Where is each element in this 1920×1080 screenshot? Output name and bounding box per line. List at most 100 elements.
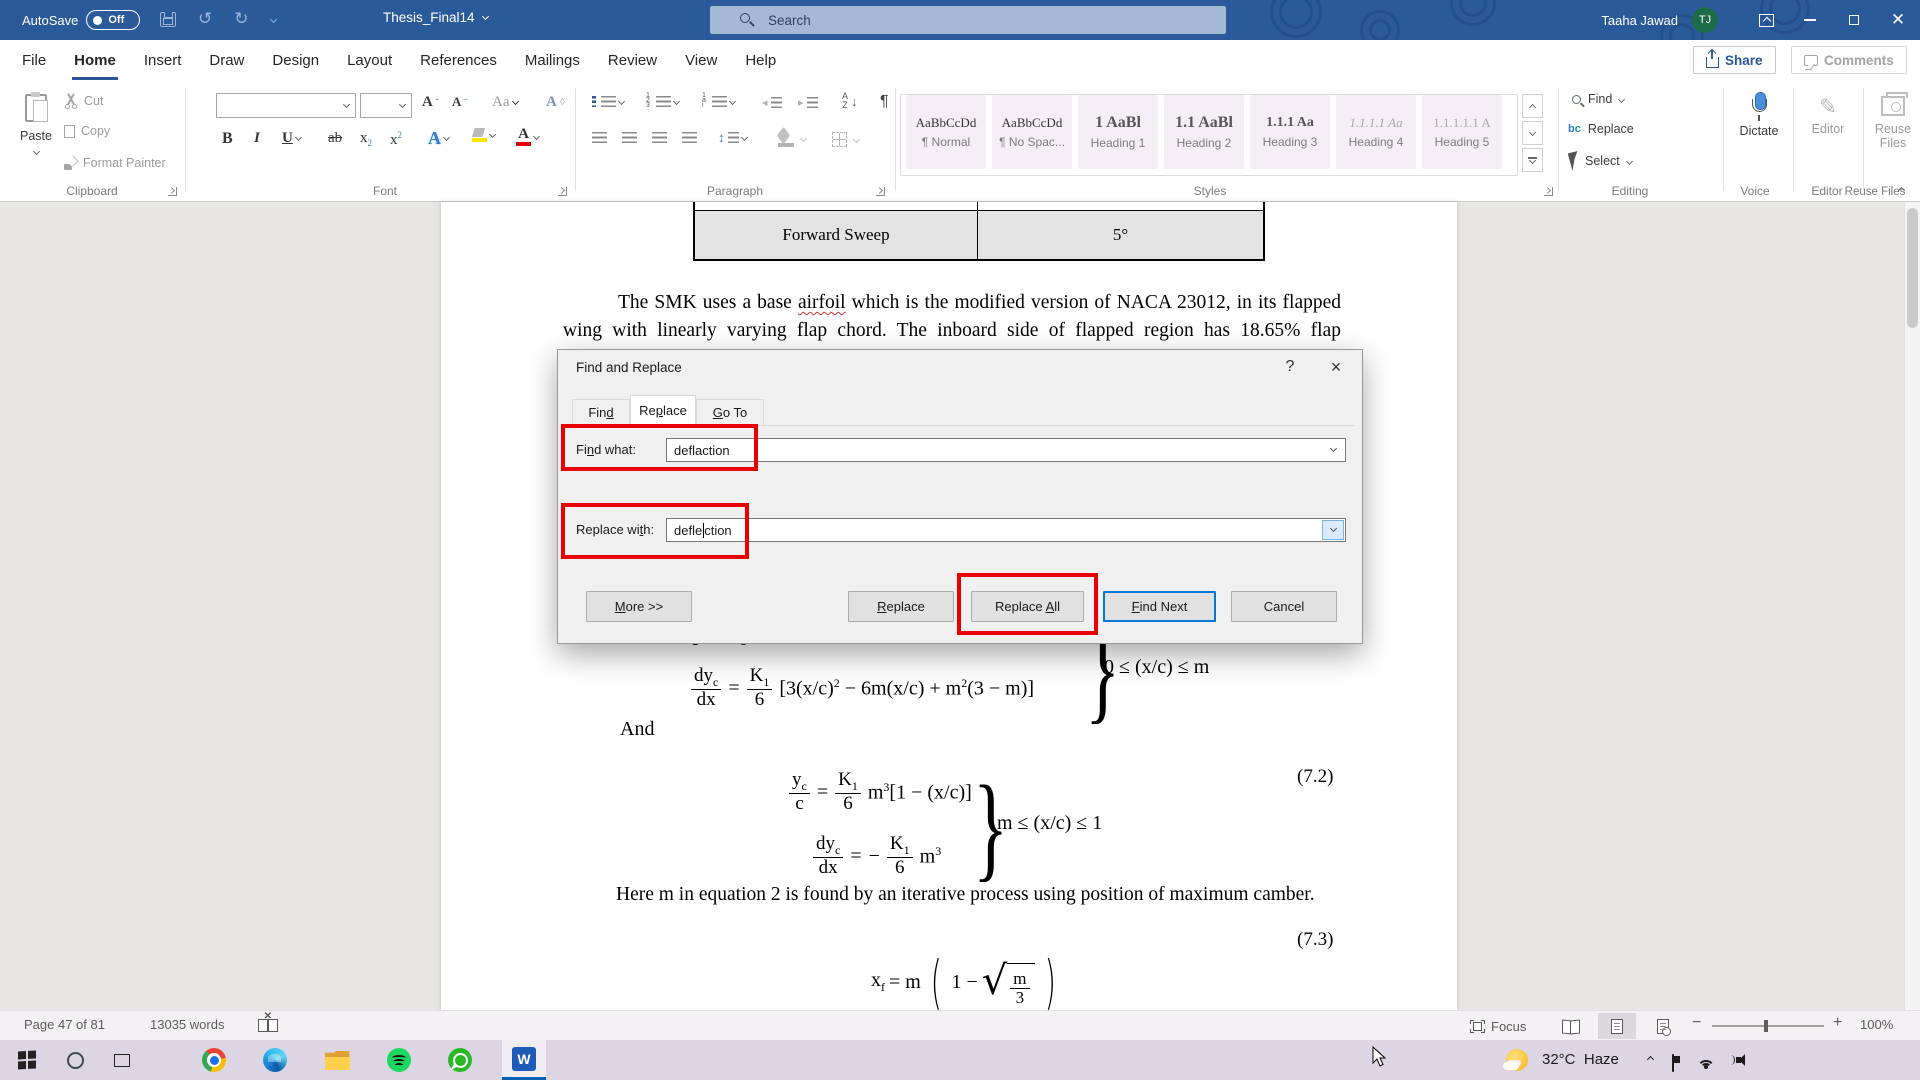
zoom-in-button[interactable]: + <box>1833 1014 1842 1032</box>
save-icon[interactable] <box>160 12 176 27</box>
cut-button[interactable]: Cut <box>64 94 103 108</box>
bold-button[interactable]: B <box>222 130 233 148</box>
find-what-input[interactable]: deflaction <box>666 438 1346 462</box>
style-normal[interactable]: AaBbCcDd¶ Normal <box>906 95 986 169</box>
taskbar-spotify[interactable] <box>377 1040 421 1080</box>
grow-font-button[interactable]: Aˆ <box>422 94 439 111</box>
comments-button[interactable]: Comments <box>1791 46 1907 74</box>
underline-button[interactable]: U <box>282 130 301 147</box>
avatar[interactable]: TJ <box>1692 7 1718 33</box>
zoom-level[interactable]: 100% <box>1860 1017 1893 1032</box>
dialog-tab-replace[interactable]: Replace <box>630 395 696 426</box>
camber-text[interactable]: Here m in equation 2 is found by an iter… <box>616 884 1342 906</box>
tab-design[interactable]: Design <box>258 40 333 80</box>
start-button[interactable] <box>5 1040 49 1080</box>
paragraph-line[interactable]: The SMK uses a base airfoil which is the… <box>618 292 1341 314</box>
line-spacing-button[interactable]: ↕ <box>718 130 747 145</box>
format-painter-button[interactable]: Format Painter <box>64 156 166 170</box>
replace-button[interactable]: bcReplace <box>1568 122 1634 136</box>
tab-view[interactable]: View <box>671 40 731 80</box>
document-table[interactable]: Forward Sweep 5° <box>693 202 1265 261</box>
font-name-combobox[interactable] <box>216 93 356 118</box>
sort-button[interactable]: AZ↓ <box>842 92 858 110</box>
font-launcher-icon[interactable] <box>558 187 567 196</box>
dialog-help-button[interactable]: ? <box>1268 350 1312 384</box>
numbering-button[interactable]: 123 <box>646 94 679 108</box>
find-next-button[interactable]: Find Next <box>1103 591 1216 622</box>
editor-button[interactable]: ✎ Editor <box>1798 94 1858 136</box>
find-what-dropdown-button[interactable] <box>1322 440 1344 460</box>
strikethrough-button[interactable]: ab <box>328 130 342 147</box>
autosave-toggle[interactable]: Off <box>86 10 140 30</box>
document-title[interactable]: Thesis_Final14 <box>383 10 488 25</box>
undo-icon[interactable]: ↺ <box>198 8 212 30</box>
user-name[interactable]: Taaha Jawad <box>1601 13 1678 28</box>
styles-launcher-icon[interactable] <box>1544 187 1553 196</box>
web-layout-button[interactable] <box>1644 1013 1682 1039</box>
align-left-button[interactable] <box>592 132 607 143</box>
paste-button[interactable]: Paste <box>14 94 58 157</box>
copy-button[interactable]: Copy <box>64 124 110 138</box>
italic-button[interactable]: I <box>254 130 260 147</box>
replace-with-input[interactable]: deflection <box>666 518 1346 542</box>
shading-button[interactable] <box>778 130 806 147</box>
dialog-tab-find[interactable]: Find <box>572 399 630 426</box>
redo-icon[interactable]: ↻ <box>234 8 248 30</box>
vertical-scrollbar[interactable] <box>1904 202 1920 1010</box>
bullets-button[interactable] <box>592 96 624 107</box>
tab-file[interactable]: File <box>8 40 60 80</box>
page-indicator[interactable]: Page 47 of 81 <box>24 1017 105 1032</box>
superscript-button[interactable]: x2 <box>390 130 402 149</box>
clipboard-launcher-icon[interactable] <box>168 187 177 196</box>
close-button[interactable]: ✕ <box>1876 0 1920 40</box>
find-button[interactable]: Find <box>1572 92 1624 106</box>
zoom-slider-thumb[interactable] <box>1764 1020 1768 1032</box>
taskbar-whatsapp[interactable] <box>438 1040 482 1080</box>
style-no-spacing[interactable]: AaBbCcDd¶ No Spac... <box>992 95 1072 169</box>
search-input[interactable]: Search <box>710 6 1226 34</box>
restore-button[interactable] <box>1832 0 1876 40</box>
tab-review[interactable]: Review <box>594 40 671 80</box>
styles-gallery-more-button[interactable] <box>1522 148 1543 172</box>
equation-7-2-line-1[interactable]: ycc = K16 m3[1 − (x/c)] <box>789 770 972 814</box>
tab-mailings[interactable]: Mailings <box>511 40 594 80</box>
customize-qat-icon[interactable] <box>269 15 276 22</box>
paragraph-line[interactable]: wing with linearly varying flap chord. T… <box>563 320 1341 342</box>
equation-7-1-line-2[interactable]: dycdx = K16 [3(x/c)2 − 6m(x/c) + m2(3 − … <box>691 666 1034 710</box>
style-heading-5[interactable]: 1.1.1.1.1 AHeading 5 <box>1422 95 1502 169</box>
minimize-button[interactable] <box>1788 0 1832 40</box>
taskbar-edge[interactable] <box>253 1040 297 1080</box>
replace-with-dropdown-button[interactable] <box>1322 520 1344 540</box>
styles-scroll-up-button[interactable] <box>1522 94 1543 118</box>
focus-mode-button[interactable]: Focus <box>1470 1019 1526 1034</box>
tray-expand-icon[interactable] <box>1647 1056 1654 1063</box>
dialog-close-button[interactable]: × <box>1314 350 1358 384</box>
reuse-files-button[interactable]: ReuseFiles <box>1868 96 1918 150</box>
change-case-button[interactable]: Aa <box>492 94 518 111</box>
taskbar-chrome[interactable] <box>192 1040 236 1080</box>
decrease-indent-button[interactable]: ◂ <box>762 96 782 109</box>
tab-layout[interactable]: Layout <box>333 40 406 80</box>
paragraph-launcher-icon[interactable] <box>876 187 885 196</box>
print-layout-button[interactable] <box>1598 1013 1636 1039</box>
font-color-button[interactable]: A <box>516 128 539 146</box>
taskbar-word[interactable]: W <box>502 1040 546 1080</box>
more-button[interactable]: More >> <box>586 591 692 622</box>
and-text[interactable]: And <box>620 718 654 741</box>
dialog-tab-goto[interactable]: Go To <box>696 399 764 426</box>
zoom-out-button[interactable]: − <box>1692 1014 1701 1032</box>
styles-scroll-down-button[interactable] <box>1522 121 1543 145</box>
ribbon-display-options-button[interactable] <box>1744 0 1788 40</box>
battery-tray-icon[interactable] <box>1672 1054 1674 1072</box>
zoom-slider[interactable] <box>1712 1025 1824 1027</box>
task-view-button[interactable] <box>100 1040 144 1080</box>
word-count[interactable]: 13035 words <box>150 1017 224 1032</box>
table-cell[interactable]: 5° <box>978 211 1263 259</box>
find-replace-dialog[interactable]: Find and Replace ? × Find Replace Go To … <box>557 349 1363 644</box>
tab-help[interactable]: Help <box>731 40 790 80</box>
shrink-font-button[interactable]: Aˇ <box>452 94 467 110</box>
style-heading-4[interactable]: 1.1.1.1 AaHeading 4 <box>1336 95 1416 169</box>
highlight-button[interactable] <box>472 128 495 142</box>
taskbar-file-explorer[interactable] <box>315 1040 359 1080</box>
increase-indent-button[interactable]: ▸ <box>798 96 818 109</box>
